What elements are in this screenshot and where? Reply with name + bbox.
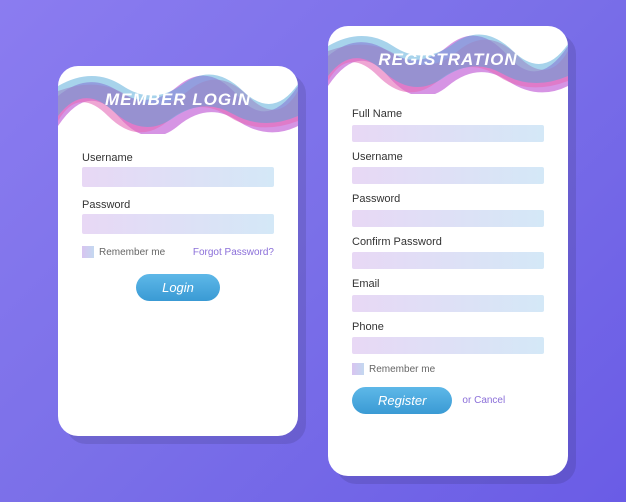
register-options-row: Remember me: [352, 363, 544, 375]
register-card: REGISTRATION Full Name Username Password…: [328, 26, 568, 476]
reg-username-input[interactable]: [352, 167, 544, 184]
register-button[interactable]: Register: [352, 387, 452, 414]
remember-checkbox[interactable]: [82, 246, 94, 258]
reg-password-input[interactable]: [352, 210, 544, 227]
confirm-password-input[interactable]: [352, 252, 544, 269]
confirm-label: Confirm Password: [352, 236, 544, 248]
login-options-row: Remember me Forgot Password?: [82, 246, 274, 258]
login-title: MEMBER LOGIN: [105, 90, 251, 110]
reg-remember-label: Remember me: [369, 364, 435, 375]
login-button-row: Login: [82, 274, 274, 301]
cancel-link[interactable]: or Cancel: [462, 395, 505, 406]
login-button[interactable]: Login: [136, 274, 220, 301]
fullname-label: Full Name: [352, 108, 544, 120]
fullname-input[interactable]: [352, 125, 544, 142]
login-header: MEMBER LOGIN: [58, 66, 298, 134]
password-input[interactable]: [82, 214, 274, 234]
reg-username-label: Username: [352, 151, 544, 163]
reg-password-label: Password: [352, 193, 544, 205]
remember-label: Remember me: [99, 247, 165, 258]
remember-group: Remember me: [82, 246, 165, 258]
username-label: Username: [82, 152, 274, 164]
register-title: REGISTRATION: [378, 50, 517, 70]
email-input[interactable]: [352, 295, 544, 312]
login-form: Username Password Remember me Forgot Pas…: [58, 134, 298, 319]
email-label: Email: [352, 278, 544, 290]
forgot-password-link[interactable]: Forgot Password?: [193, 247, 274, 258]
phone-label: Phone: [352, 321, 544, 333]
password-label: Password: [82, 199, 274, 211]
register-button-row: Register or Cancel: [352, 387, 544, 414]
register-header: REGISTRATION: [328, 26, 568, 94]
phone-input[interactable]: [352, 337, 544, 354]
register-form: Full Name Username Password Confirm Pass…: [328, 94, 568, 428]
login-card: MEMBER LOGIN Username Password Remember …: [58, 66, 298, 436]
reg-remember-group: Remember me: [352, 363, 435, 375]
reg-remember-checkbox[interactable]: [352, 363, 364, 375]
username-input[interactable]: [82, 167, 274, 187]
